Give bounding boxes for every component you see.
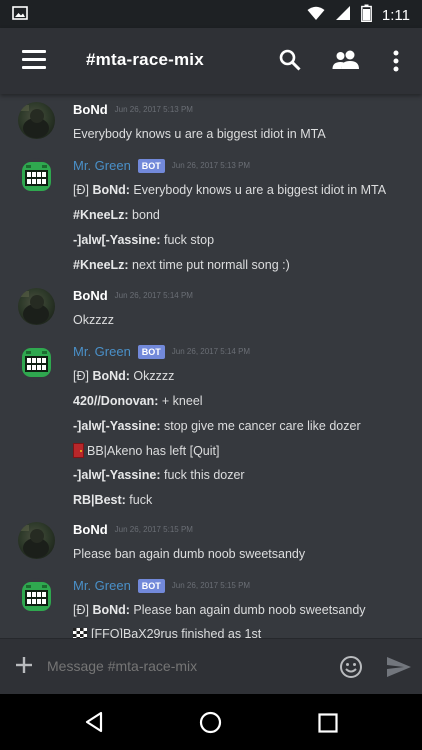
- avatar[interactable]: [18, 522, 55, 559]
- line-prefix: [Ð]: [73, 183, 93, 197]
- channel-title: #mta-race-mix: [86, 50, 204, 69]
- message-timestamp: Jun 26, 2017 5:13 PM: [171, 161, 251, 170]
- avatar[interactable]: [18, 102, 55, 139]
- message-text: -]alw[-Yassine: fuck stop: [73, 233, 214, 247]
- message-author[interactable]: Mr. Green: [73, 344, 131, 359]
- add-attachment-icon[interactable]: [12, 653, 36, 682]
- message-text: 420//Donovan: + kneel: [73, 394, 203, 408]
- line-name: BoNd:: [92, 369, 130, 383]
- message-text: [Ð] BoNd: Everybody knows u are a bigges…: [73, 183, 386, 197]
- message-timestamp: Jun 26, 2017 5:13 PM: [114, 105, 193, 114]
- android-nav-bar: [0, 694, 422, 750]
- message-author[interactable]: BoNd: [73, 522, 108, 537]
- members-icon[interactable]: [332, 50, 360, 75]
- message-text: Everybody knows u are a biggest idiot in…: [73, 127, 326, 141]
- message-text: #KneeLz: bond: [73, 208, 160, 222]
- status-bar: 1:11: [0, 0, 422, 28]
- message-text: [FFO]BaX29rus finished as 1st: [73, 627, 261, 638]
- line-body: fuck stop: [160, 233, 215, 247]
- message-text: #KneeLz: next time put normall song :): [73, 258, 290, 272]
- bot-badge: BOT: [137, 344, 165, 359]
- message-composer: [0, 638, 422, 694]
- message-timestamp: Jun 26, 2017 5:15 PM: [114, 525, 193, 534]
- message-author[interactable]: BoNd: [73, 288, 108, 303]
- line-body: fuck: [125, 493, 153, 507]
- avatar[interactable]: [18, 158, 55, 195]
- message-text: Please ban again dumb noob sweetsandy: [73, 547, 306, 561]
- line-body: [FFO]BaX29rus finished as 1st: [91, 627, 262, 638]
- line-name: BoNd:: [92, 603, 130, 617]
- search-icon[interactable]: [278, 48, 302, 77]
- line-name: -]alw[-Yassine:: [73, 468, 161, 482]
- line-name: #KneeLz:: [73, 208, 129, 222]
- message-timestamp: Jun 26, 2017 5:14 PM: [171, 347, 251, 356]
- message-list[interactable]: BoNd Jun 26, 2017 5:13 PM Everybody know…: [0, 94, 422, 638]
- avatar[interactable]: [18, 288, 55, 325]
- wifi-icon: [307, 6, 325, 26]
- recents-icon[interactable]: [318, 713, 338, 738]
- message-text: [Ð] BoNd: Please ban again dumb noob swe…: [73, 603, 366, 617]
- signal-icon: [335, 5, 351, 26]
- more-options-icon[interactable]: [392, 50, 400, 77]
- gallery-notification-icon: [12, 6, 28, 25]
- line-name: #KneeLz:: [73, 258, 129, 272]
- bot-badge: BOT: [137, 578, 165, 593]
- bot-badge: BOT: [137, 158, 165, 173]
- message-timestamp: Jun 26, 2017 5:14 PM: [114, 291, 193, 300]
- message-text: RB|Best: fuck: [73, 493, 152, 507]
- message-text: BB|Akeno has left [Quit]: [73, 443, 219, 461]
- message-text: Okzzzz: [73, 313, 114, 327]
- checkered-flag-icon: [73, 628, 87, 638]
- battery-icon: [361, 4, 372, 27]
- message-author[interactable]: Mr. Green: [73, 158, 131, 173]
- line-body: Please ban again dumb noob sweetsandy: [129, 603, 366, 617]
- line-name: 420//Donovan:: [73, 394, 159, 408]
- line-body: bond: [128, 208, 160, 222]
- line-body: BB|Akeno has left [Quit]: [87, 444, 220, 458]
- message-text: -]alw[-Yassine: stop give me cancer care…: [73, 419, 361, 433]
- message-author[interactable]: BoNd: [73, 102, 108, 117]
- home-icon[interactable]: [199, 711, 222, 739]
- send-icon[interactable]: [386, 655, 412, 684]
- message-text: [Ð] BoNd: Okzzzz: [73, 369, 174, 383]
- line-name: BoNd:: [92, 183, 130, 197]
- status-time: 1:11: [381, 7, 410, 24]
- hamburger-menu-icon[interactable]: [22, 50, 46, 70]
- line-prefix: [Ð]: [73, 603, 93, 617]
- line-body: Everybody knows u are a biggest idiot in…: [129, 183, 387, 197]
- line-body: fuck this dozer: [160, 468, 245, 482]
- channel-header: #mta-race-mix: [0, 28, 422, 94]
- line-body: Okzzzz: [129, 369, 175, 383]
- door-emoji-icon: [73, 443, 84, 461]
- message-timestamp: Jun 26, 2017 5:15 PM: [171, 581, 251, 590]
- message-text: -]alw[-Yassine: fuck this dozer: [73, 468, 245, 482]
- line-body: stop give me cancer care like dozer: [160, 419, 361, 433]
- line-name: -]alw[-Yassine:: [73, 233, 161, 247]
- line-name: -]alw[-Yassine:: [73, 419, 161, 433]
- emoji-icon[interactable]: [339, 655, 363, 684]
- avatar[interactable]: [18, 578, 55, 615]
- line-body: next time put normall song :): [128, 258, 290, 272]
- line-name: RB|Best:: [73, 493, 126, 507]
- message-input[interactable]: [47, 658, 317, 674]
- message-author[interactable]: Mr. Green: [73, 578, 131, 593]
- line-prefix: [Ð]: [73, 369, 93, 383]
- line-body: + kneel: [158, 394, 203, 408]
- avatar[interactable]: [18, 344, 55, 381]
- back-icon[interactable]: [84, 711, 104, 738]
